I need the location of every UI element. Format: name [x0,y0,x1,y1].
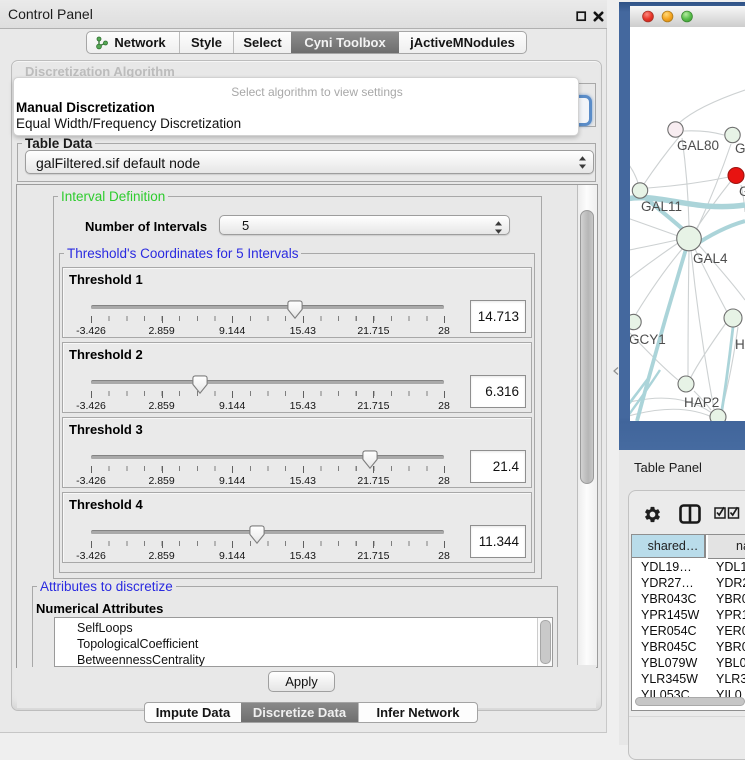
svg-text:GA: GA [735,141,745,156]
svg-text:GCY1: GCY1 [630,332,666,347]
svg-text:GAL11: GAL11 [641,199,682,214]
svg-text:GAL80: GAL80 [677,138,719,153]
svg-text:GAL4: GAL4 [693,251,728,266]
svg-text:GA: GA [739,184,745,199]
svg-text:HA: HA [735,337,745,352]
svg-text:HAP2: HAP2 [684,395,719,410]
